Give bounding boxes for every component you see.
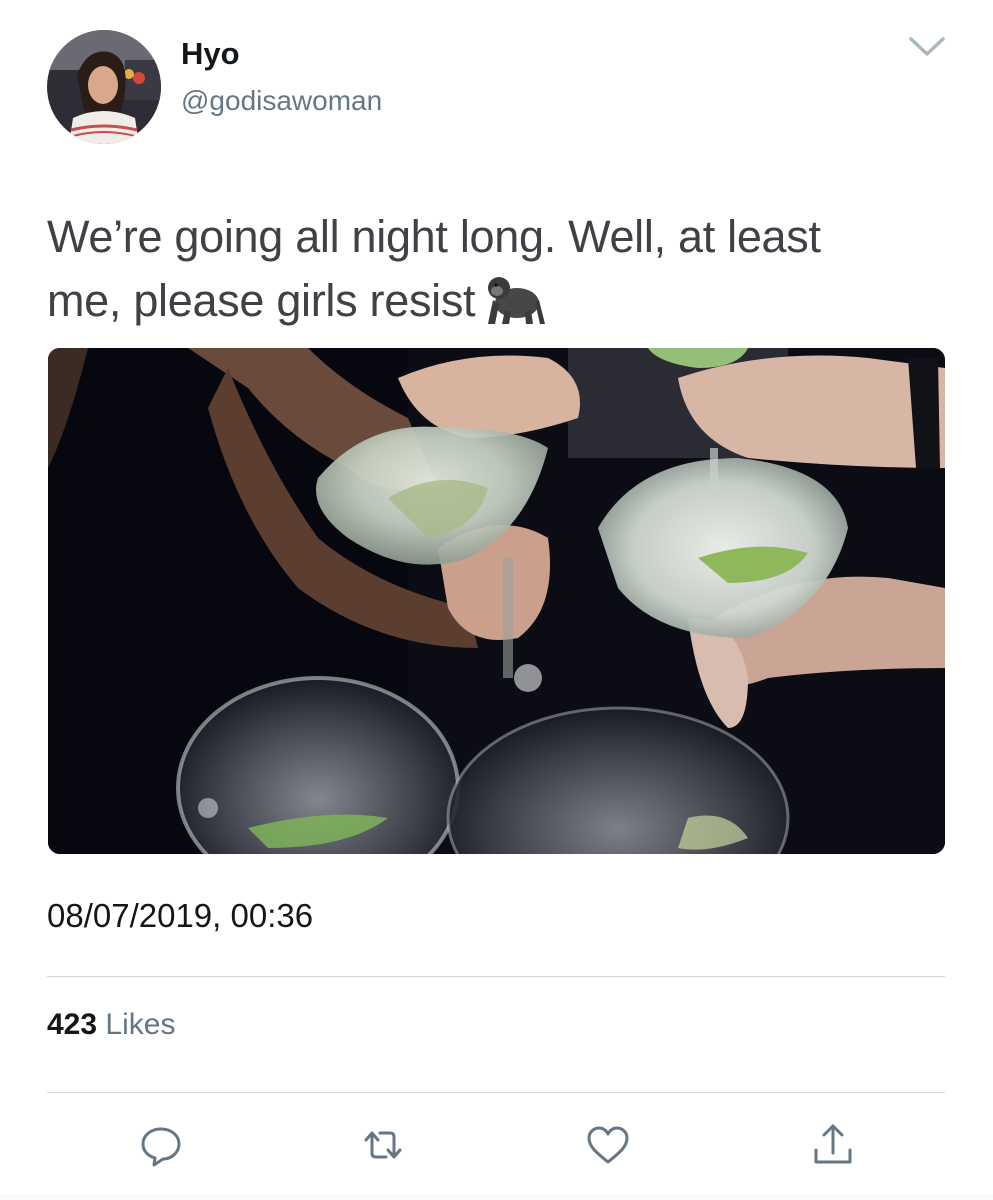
retweet-button[interactable] bbox=[358, 1120, 408, 1170]
reply-button[interactable] bbox=[136, 1120, 186, 1170]
author-display-name[interactable]: Hyo bbox=[181, 36, 240, 72]
tweet-text: We’re going all night long. Well, at lea… bbox=[47, 205, 947, 333]
divider-bottom bbox=[47, 1092, 945, 1093]
bottom-edge bbox=[0, 1194, 993, 1200]
divider-top bbox=[47, 976, 945, 977]
tweet-timestamp[interactable]: 08/07/2019, 00:36 bbox=[47, 896, 313, 936]
retweet-icon bbox=[364, 1131, 402, 1159]
share-icon bbox=[814, 1124, 852, 1164]
likes-count: 423 bbox=[47, 1008, 98, 1041]
reply-icon bbox=[141, 1127, 181, 1167]
like-button[interactable] bbox=[583, 1120, 633, 1170]
share-button[interactable] bbox=[808, 1120, 858, 1170]
likes-stat[interactable]: 423 Likes bbox=[47, 1007, 175, 1043]
tweet-text-line-2: me, please girls resist bbox=[47, 269, 947, 333]
chevron-down-icon[interactable] bbox=[902, 30, 952, 64]
author-handle[interactable]: @godisawoman bbox=[181, 84, 382, 118]
tweet-media-image[interactable] bbox=[48, 348, 945, 854]
gorilla-emoji-icon bbox=[481, 272, 546, 326]
tweet-text-line-2-content: me, please girls resist bbox=[47, 275, 476, 326]
likes-label: Likes bbox=[105, 1008, 176, 1041]
tweet-text-line-1: We’re going all night long. Well, at lea… bbox=[47, 211, 821, 262]
heart-icon bbox=[587, 1126, 629, 1164]
author-avatar[interactable] bbox=[47, 30, 161, 144]
